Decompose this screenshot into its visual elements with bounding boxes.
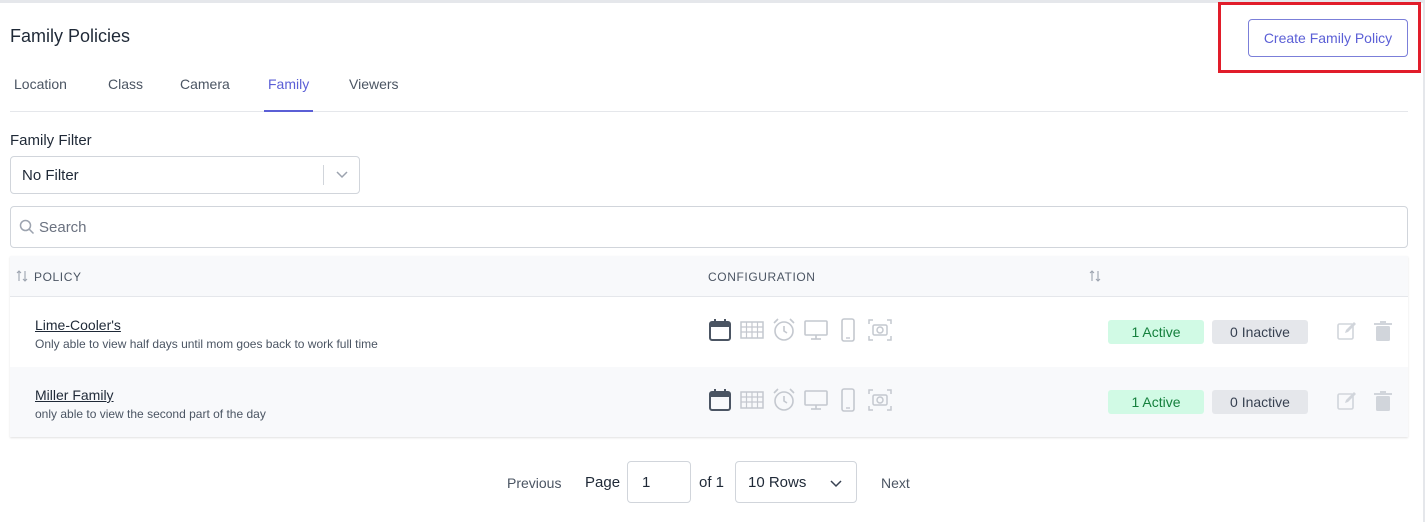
page-title: Family Policies bbox=[10, 26, 131, 46]
trash-icon[interactable] bbox=[1372, 390, 1394, 412]
page-total-label: of 1 bbox=[699, 474, 725, 491]
table-row: Miller Family only able to view the seco… bbox=[10, 367, 1408, 437]
tab-family[interactable]: Family bbox=[264, 70, 314, 112]
pagination: Previous Page of 1 10 Rows Next bbox=[0, 461, 1425, 503]
search-icon bbox=[19, 219, 35, 235]
table-row: Lime-Cooler's Only able to view half day… bbox=[10, 297, 1408, 367]
mobile-phone-icon bbox=[841, 388, 855, 412]
tab-camera[interactable]: Camera bbox=[176, 70, 234, 112]
camera-icon bbox=[868, 389, 892, 411]
filter-separator bbox=[323, 165, 324, 185]
top-border bbox=[0, 0, 1425, 3]
previous-page-button[interactable]: Previous bbox=[507, 475, 561, 491]
schedule-grid-icon bbox=[740, 391, 764, 409]
sort-icon[interactable] bbox=[1088, 269, 1102, 283]
policy-name-link[interactable]: Miller Family bbox=[35, 387, 114, 403]
active-count-badge: 1 Active bbox=[1108, 320, 1204, 344]
rows-per-page-select[interactable]: 10 Rows bbox=[735, 461, 857, 503]
inactive-count-badge: 0 Inactive bbox=[1212, 320, 1308, 344]
calendar-icon bbox=[709, 389, 731, 411]
edit-icon[interactable] bbox=[1336, 390, 1358, 412]
create-family-policy-button[interactable]: Create Family Policy bbox=[1248, 19, 1408, 57]
search-input[interactable] bbox=[39, 215, 1389, 239]
family-filter-value: No Filter bbox=[22, 167, 79, 184]
table-header: POLICY CONFIGURATION bbox=[10, 256, 1408, 297]
edit-icon[interactable] bbox=[1336, 320, 1358, 342]
tab-location[interactable]: Location bbox=[10, 70, 71, 112]
rows-per-page-value: 10 Rows bbox=[748, 474, 807, 491]
monitor-icon bbox=[804, 320, 828, 340]
camera-icon bbox=[868, 319, 892, 341]
active-count-badge: 1 Active bbox=[1108, 390, 1204, 414]
alarm-clock-icon bbox=[773, 388, 795, 411]
policy-description: only able to view the second part of the… bbox=[35, 407, 266, 421]
mobile-phone-icon bbox=[841, 318, 855, 342]
search-box bbox=[10, 206, 1408, 248]
monitor-icon bbox=[804, 390, 828, 410]
tab-viewers[interactable]: Viewers bbox=[345, 70, 403, 112]
chevron-down-icon bbox=[830, 480, 842, 488]
alarm-clock-icon bbox=[773, 318, 795, 341]
column-header-configuration: CONFIGURATION bbox=[708, 270, 816, 284]
family-filter-label: Family Filter bbox=[10, 132, 92, 149]
policy-description: Only able to view half days until mom go… bbox=[35, 337, 378, 351]
inactive-count-badge: 0 Inactive bbox=[1212, 390, 1308, 414]
policy-name-link[interactable]: Lime-Cooler's bbox=[35, 317, 121, 333]
chevron-down-icon bbox=[336, 171, 348, 179]
tab-bar: Location Class Camera Family Viewers bbox=[10, 70, 1408, 112]
family-filter-select[interactable]: No Filter bbox=[10, 156, 360, 194]
calendar-icon bbox=[709, 319, 731, 341]
schedule-grid-icon bbox=[740, 321, 764, 339]
sort-icon[interactable] bbox=[15, 269, 29, 283]
policy-table: POLICY CONFIGURATION Lime-Cooler's Only … bbox=[10, 256, 1408, 437]
tab-class[interactable]: Class bbox=[104, 70, 147, 112]
trash-icon[interactable] bbox=[1372, 320, 1394, 342]
column-header-policy[interactable]: POLICY bbox=[34, 270, 82, 284]
page-label: Page bbox=[585, 474, 621, 491]
next-page-button[interactable]: Next bbox=[881, 475, 910, 491]
page-number-input[interactable] bbox=[627, 461, 691, 503]
